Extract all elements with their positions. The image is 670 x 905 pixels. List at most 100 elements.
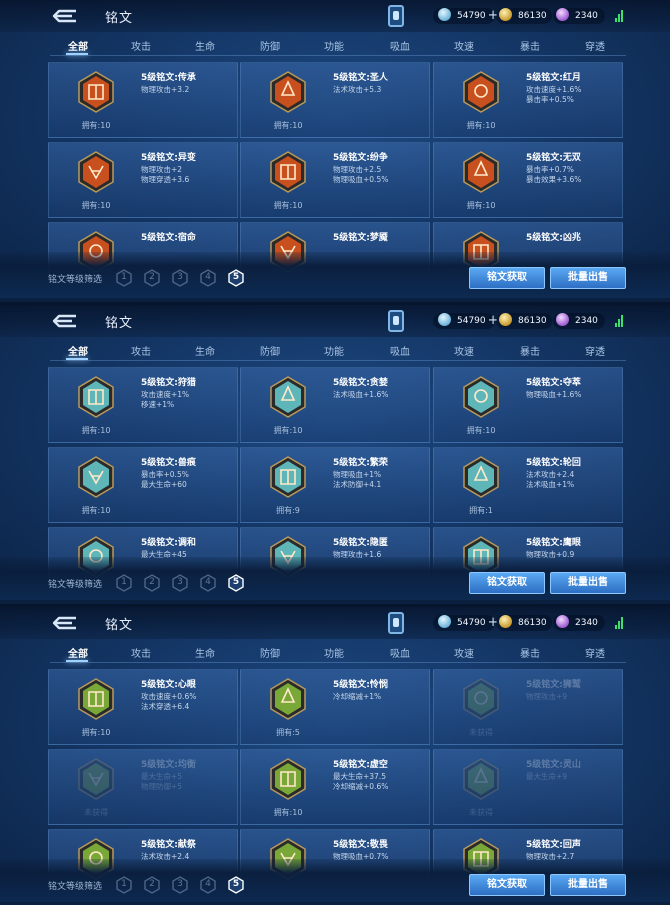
top-bar: 铭文 54790 + 86130 2340 <box>0 305 670 337</box>
level-filter-3[interactable]: 3 <box>171 876 189 894</box>
tab-1[interactable]: 攻击 <box>131 343 151 358</box>
rune-card[interactable]: 5级铭文:贪婪 法术吸血+1.6% 拥有:10 <box>240 367 430 443</box>
level-filter-1[interactable]: 1 <box>115 574 133 592</box>
tab-8[interactable]: 穿透 <box>585 343 605 358</box>
hero-card-icon[interactable] <box>388 5 404 27</box>
bottom-bar: 铭文等级筛选 1 2 3 4 5 铭文获取 批量出售 <box>0 557 670 600</box>
tab-1[interactable]: 攻击 <box>131 38 151 53</box>
rune-card[interactable]: 5级铭文:心眼 攻击速度+0.6% 法术穿透+6.4 拥有:10 <box>48 669 238 745</box>
rune-card[interactable]: 5级铭文:虚空 最大生命+37.5 冷却缩减+0.6% 拥有:10 <box>240 749 430 825</box>
tab-5[interactable]: 吸血 <box>390 343 410 358</box>
tab-4[interactable]: 功能 <box>324 343 344 358</box>
gold-coin-icon <box>499 615 512 628</box>
rune-card[interactable]: 5级铭文:圣人 法术攻击+5.3 拥有:10 <box>240 62 430 138</box>
level-filter-1[interactable]: 1 <box>115 269 133 287</box>
tab-0[interactable]: 全部 <box>68 343 88 358</box>
rune-name: 5级铭文:红月 <box>526 73 581 83</box>
hero-card-icon[interactable] <box>388 310 404 332</box>
rune-card[interactable]: 5级铭文:轮回 法术攻击+2.4 法术吸血+1% 拥有:1 <box>433 447 623 523</box>
bulk-sell-button[interactable]: 批量出售 <box>550 267 626 289</box>
rune-card[interactable]: 5级铭文:夺萃 物理吸血+1.6% 拥有:10 <box>433 367 623 443</box>
tab-0[interactable]: 全部 <box>68 645 88 660</box>
level-number: 4 <box>205 879 211 889</box>
rune-stat: 法术攻击+5.3 <box>333 85 382 94</box>
diamond-icon <box>556 8 569 21</box>
tab-4[interactable]: 功能 <box>324 38 344 53</box>
rune-emblem-icon <box>270 376 306 418</box>
level-number: 5 <box>232 879 240 889</box>
tab-6[interactable]: 攻速 <box>454 38 474 53</box>
owned-count: 拥有:9 <box>276 506 300 515</box>
rune-card[interactable]: 5级铭文:灵山 最大生命+9 未获得 <box>433 749 623 825</box>
level-number: 4 <box>205 272 211 282</box>
gold-amount: 86130 <box>518 618 547 628</box>
tab-2[interactable]: 生命 <box>195 343 215 358</box>
level-filter-2[interactable]: 2 <box>143 269 161 287</box>
level-filter-2[interactable]: 2 <box>143 574 161 592</box>
tab-5[interactable]: 吸血 <box>390 645 410 660</box>
gem-amount: 54790 <box>457 316 486 326</box>
level-filter-4[interactable]: 4 <box>199 269 217 287</box>
tab-7[interactable]: 暴击 <box>520 38 540 53</box>
rune-card[interactable]: 5级铭文:纷争 物理攻击+2.5 物理吸血+0.5% 拥有:10 <box>240 142 430 218</box>
level-number: 5 <box>232 272 240 282</box>
level-filter-5[interactable]: 5 <box>227 876 245 894</box>
rune-card[interactable]: 5级铭文:均衡 最大生命+5 物理防御+5 未获得 <box>48 749 238 825</box>
tab-2[interactable]: 生命 <box>195 645 215 660</box>
tab-0[interactable]: 全部 <box>68 38 88 53</box>
gold-amount: 86130 <box>518 316 547 326</box>
owned-count: 拥有:10 <box>273 808 303 817</box>
back-arrow-icon[interactable] <box>50 613 80 633</box>
back-arrow-icon[interactable] <box>50 6 80 26</box>
owned-count: 拥有:10 <box>273 121 303 130</box>
rune-card[interactable]: 5级铭文:红月 攻击速度+1.6% 暴击率+0.5% 拥有:10 <box>433 62 623 138</box>
rune-emblem-icon <box>270 678 306 720</box>
level-filter-2[interactable]: 2 <box>143 876 161 894</box>
tab-3[interactable]: 防御 <box>260 343 280 358</box>
tab-7[interactable]: 暴击 <box>520 343 540 358</box>
level-filter-3[interactable]: 3 <box>171 574 189 592</box>
level-filter-4[interactable]: 4 <box>199 574 217 592</box>
rune-stat: 法术吸血+1.6% <box>333 390 389 399</box>
tab-8[interactable]: 穿透 <box>585 645 605 660</box>
bulk-sell-button[interactable]: 批量出售 <box>550 874 626 896</box>
tab-1[interactable]: 攻击 <box>131 645 151 660</box>
level-number: 2 <box>149 879 155 889</box>
category-tabs: 全部 攻击 生命 防御 功能 吸血 攻速 暴击 穿透 <box>50 36 626 56</box>
rune-card[interactable]: 5级铭文:狮鹫 物理攻击+9 未获得 <box>433 669 623 745</box>
tab-4[interactable]: 功能 <box>324 645 344 660</box>
rune-card[interactable]: 5级铭文:怜悯 冷却缩减+1% 拥有:5 <box>240 669 430 745</box>
tab-2[interactable]: 生命 <box>195 38 215 53</box>
rune-card[interactable]: 5级铭文:异变 物理攻击+2 物理穿透+3.6 拥有:10 <box>48 142 238 218</box>
rune-card[interactable]: 5级铭文:繁荣 物理吸血+1% 法术防御+4.1 拥有:9 <box>240 447 430 523</box>
bulk-sell-button[interactable]: 批量出售 <box>550 572 626 594</box>
level-filter-4[interactable]: 4 <box>199 876 217 894</box>
tab-6[interactable]: 攻速 <box>454 343 474 358</box>
gold-currency: 86130 <box>499 615 547 631</box>
page-title: 铭文 <box>105 618 134 633</box>
get-rune-button[interactable]: 铭文获取 <box>469 572 545 594</box>
level-filter-3[interactable]: 3 <box>171 269 189 287</box>
rune-emblem-icon <box>270 71 306 113</box>
tab-6[interactable]: 攻速 <box>454 645 474 660</box>
rune-card[interactable]: 5级铭文:兽痕 暴击率+0.5% 最大生命+60 拥有:10 <box>48 447 238 523</box>
rune-stat: 最大生命+9 <box>526 772 568 781</box>
level-filter-5[interactable]: 5 <box>227 574 245 592</box>
get-rune-button[interactable]: 铭文获取 <box>469 874 545 896</box>
level-number: 2 <box>149 577 155 587</box>
rune-card[interactable]: 5级铭文:无双 暴击率+0.7% 暴击效果+3.6% 拥有:10 <box>433 142 623 218</box>
level-filter-5[interactable]: 5 <box>227 269 245 287</box>
tab-8[interactable]: 穿透 <box>585 38 605 53</box>
tab-5[interactable]: 吸血 <box>390 38 410 53</box>
back-arrow-icon[interactable] <box>50 311 80 331</box>
rune-card[interactable]: 5级铭文:传承 物理攻击+3.2 拥有:10 <box>48 62 238 138</box>
rune-card[interactable]: 5级铭文:狩猎 攻击速度+1% 移速+1% 拥有:10 <box>48 367 238 443</box>
get-rune-button[interactable]: 铭文获取 <box>469 267 545 289</box>
rune-name: 5级铭文:繁荣 <box>333 458 388 468</box>
level-filter-1[interactable]: 1 <box>115 876 133 894</box>
rune-name: 5级铭文:均衡 <box>141 760 196 770</box>
tab-3[interactable]: 防御 <box>260 38 280 53</box>
tab-3[interactable]: 防御 <box>260 645 280 660</box>
tab-7[interactable]: 暴击 <box>520 645 540 660</box>
hero-card-icon[interactable] <box>388 612 404 634</box>
